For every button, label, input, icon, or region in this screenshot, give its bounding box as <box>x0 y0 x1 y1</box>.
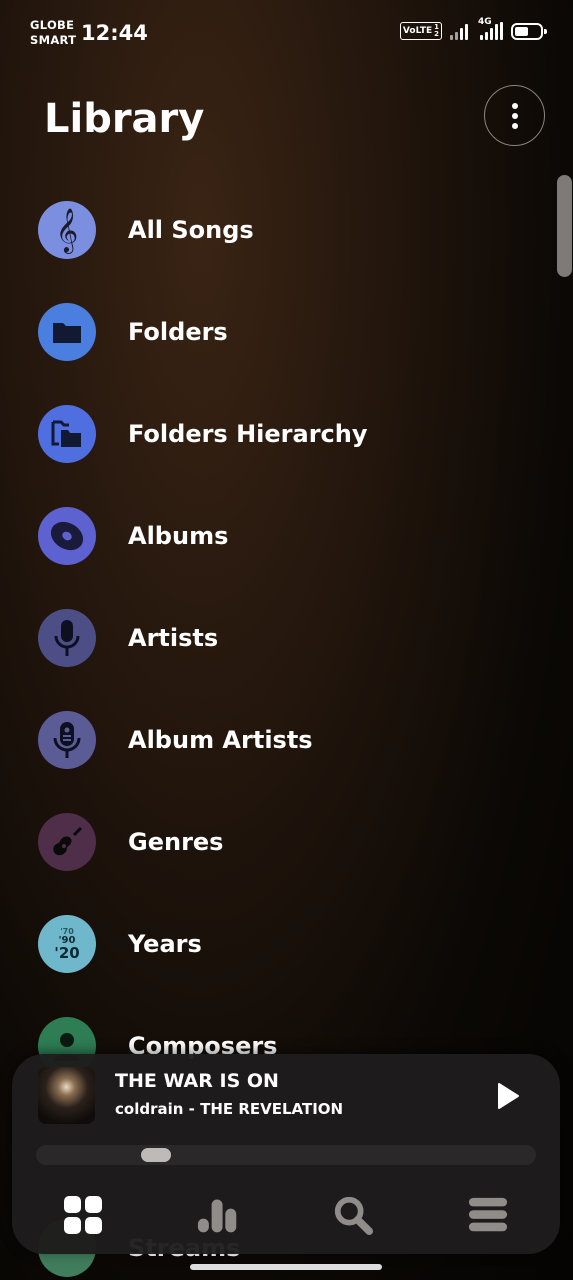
carrier-line1: GLOBE <box>30 18 75 32</box>
album-art[interactable] <box>38 1067 95 1124</box>
folder-icon <box>38 303 96 361</box>
network-type: 4G <box>478 17 492 27</box>
item-label: Genres <box>128 828 224 856</box>
progress-track[interactable] <box>36 1145 536 1165</box>
now-playing-bar[interactable]: THE WAR IS ON coldrain - THE REVELATION <box>12 1054 560 1254</box>
volte-icon: VoLTE 12 <box>399 22 442 40</box>
page-title: Library <box>44 96 205 142</box>
years-icon: '70 '90 '20 <box>38 915 96 973</box>
status-bar: GLOBE SMART 12:44 VoLTE 12 4G <box>0 0 573 64</box>
tab-charts[interactable] <box>197 1194 239 1236</box>
folders-hierarchy-icon <box>38 405 96 463</box>
library-item-years[interactable]: '70 '90 '20 Years <box>38 914 518 974</box>
clock: 12:44 <box>81 21 148 45</box>
tab-queue[interactable] <box>467 1194 509 1236</box>
library-item-all-songs[interactable]: 𝄞 All Songs <box>38 200 518 260</box>
progress-handle[interactable] <box>141 1148 171 1162</box>
more-options-button[interactable] <box>484 85 545 146</box>
item-label: Artists <box>128 624 219 652</box>
signal-icon <box>450 22 468 40</box>
song-title: THE WAR IS ON <box>115 1070 279 1092</box>
album-artist-mic-icon <box>38 711 96 769</box>
search-icon <box>334 1196 374 1236</box>
library-item-folders[interactable]: Folders <box>38 302 518 362</box>
play-icon[interactable] <box>492 1081 522 1111</box>
item-label: Album Artists <box>128 726 313 754</box>
item-label: Folders <box>128 318 228 346</box>
library-item-albums[interactable]: Albums <box>38 506 518 566</box>
status-icons: VoLTE 12 4G <box>399 17 547 40</box>
bottom-nav <box>12 1184 560 1244</box>
carrier-line2: SMART <box>30 33 77 47</box>
library-item-artists[interactable]: Artists <box>38 608 518 668</box>
tab-search[interactable] <box>332 1194 374 1236</box>
home-indicator[interactable] <box>190 1264 382 1270</box>
grid-icon <box>64 1196 102 1234</box>
list-icon <box>468 1197 508 1232</box>
library-item-genres[interactable]: Genres <box>38 812 518 872</box>
volte-label: VoLTE <box>402 25 433 36</box>
album-disc-icon <box>38 507 96 565</box>
library-item-folders-hierarchy[interactable]: Folders Hierarchy <box>38 404 518 464</box>
year-20: '20 <box>54 943 80 962</box>
guitar-icon <box>38 813 96 871</box>
microphone-icon <box>38 609 96 667</box>
battery-icon <box>511 22 547 40</box>
treble-clef-icon: 𝄞 <box>38 201 96 259</box>
sim-bottom: 2 <box>434 30 439 38</box>
song-artist-album: coldrain - THE REVELATION <box>115 1100 344 1118</box>
signal-4g-icon: 4G <box>478 17 503 40</box>
item-label: All Songs <box>128 216 254 244</box>
carrier-name: GLOBE SMART <box>30 18 76 48</box>
tab-library[interactable] <box>62 1194 104 1236</box>
item-label: Albums <box>128 522 229 550</box>
bar-chart-icon <box>197 1199 237 1233</box>
year-70: '70 <box>60 926 74 936</box>
item-label: Years <box>128 930 202 958</box>
item-label: Folders Hierarchy <box>128 420 368 448</box>
scrollbar[interactable] <box>557 175 572 277</box>
library-item-album-artists[interactable]: Album Artists <box>38 710 518 770</box>
